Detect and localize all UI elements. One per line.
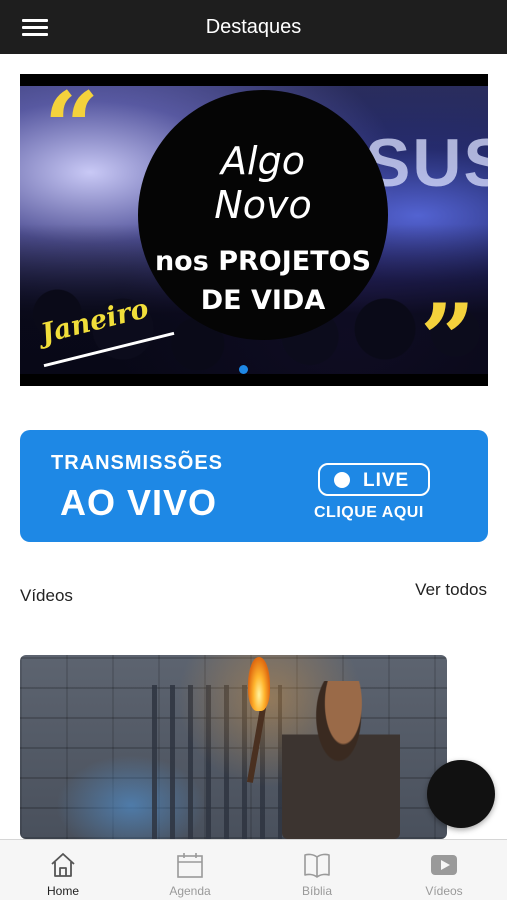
banner-line-3: nos PROJETOS: [154, 246, 372, 277]
home-icon: [51, 853, 75, 877]
book-icon: [304, 853, 330, 878]
videos-section-title: Vídeos: [20, 586, 73, 605]
page-title: Destaques: [205, 16, 302, 38]
tab-videos[interactable]: Vídeos: [381, 840, 507, 901]
calendar-icon: [177, 853, 203, 878]
banner-line-4: DE VIDA: [200, 285, 326, 316]
live-badge: LIVE: [318, 463, 430, 496]
featured-banner[interactable]: SUS “ ” Algo Novo nos PROJETOS DE VIDA J…: [20, 74, 488, 386]
video-thumbnail[interactable]: [20, 655, 447, 839]
torch-flame-icon: [248, 657, 270, 711]
youtube-play-icon: [431, 855, 457, 875]
record-dot-icon: [334, 472, 350, 488]
banner-line-2: Novo: [214, 183, 312, 227]
live-title-top: TRANSMISSÕES: [51, 452, 224, 474]
floating-action-button[interactable]: [427, 760, 495, 828]
live-stream-button[interactable]: TRANSMISSÕES AO VIVO LIVE CLIQUE AQUI: [20, 430, 488, 542]
tab-label: Agenda: [169, 884, 211, 898]
see-all-videos-link[interactable]: Ver todos: [415, 580, 487, 600]
live-badge-label: LIVE: [363, 470, 410, 491]
tab-label: Vídeos: [425, 884, 463, 898]
open-quote-icon: “: [44, 74, 100, 184]
man-with-torch: [282, 681, 400, 839]
close-quote-icon: ”: [420, 283, 476, 387]
tab-label: Home: [46, 884, 79, 898]
tab-home[interactable]: Home: [0, 840, 126, 901]
tab-biblia[interactable]: Bíblia: [254, 840, 380, 901]
banner-title-circle: Algo Novo nos PROJETOS DE VIDA: [138, 90, 388, 340]
tab-agenda[interactable]: Agenda: [127, 840, 253, 901]
live-cta: CLIQUE AQUI: [314, 504, 424, 521]
carousel-pager-dot[interactable]: [239, 365, 248, 374]
app-header: Destaques: [0, 0, 507, 54]
banner-line-1: Algo: [221, 139, 305, 183]
bottom-tab-bar: Home Agenda Bíblia Vídeos: [0, 839, 507, 900]
tab-label: Bíblia: [301, 884, 333, 898]
live-title-main: AO VIVO: [60, 482, 218, 523]
